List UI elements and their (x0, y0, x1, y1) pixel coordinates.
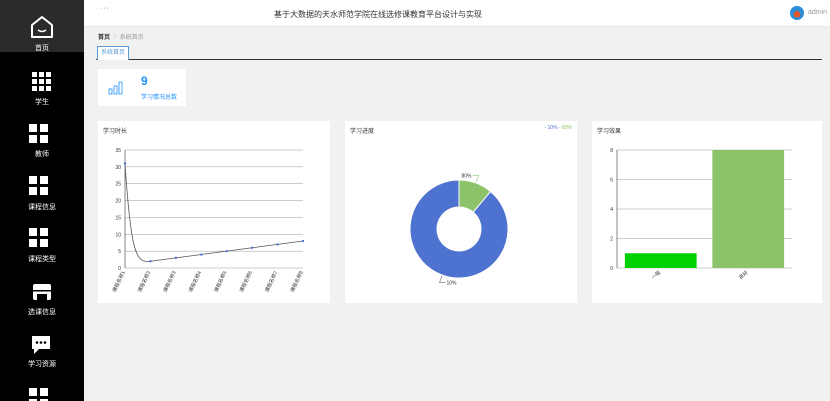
line-chart: 05101520253035课程名称1 课程名称2 课程名称3 课程名称4 课程名称5 课… (111, 148, 305, 294)
sidebar-item-course-info[interactable]: 课程信息 (0, 170, 84, 222)
y-tick-label: 20 (115, 199, 121, 205)
study-progress-panel: 学习进度 - 10% - 80% 10% 80% (345, 121, 577, 303)
study-duration-panel: 学习时长 0 5 10 15 20 25 30 35 课程名称1 课程名称2 课程名称3 课程名称4 课… (98, 121, 330, 303)
sidebar-item-label: 课程类型 (28, 256, 56, 263)
chat-icon (32, 336, 50, 354)
bar (712, 150, 785, 268)
study-effect-panel: 学习效果 0 2 4 6 8 一般 良好 (592, 121, 822, 303)
y-tick-label: 6 (610, 178, 613, 184)
data-point (276, 243, 279, 246)
tab-bar: 系统首页 (96, 46, 822, 60)
sidebar-item-resources[interactable]: 学习资源 (0, 326, 84, 378)
data-point (200, 253, 203, 256)
y-tick-label: 25 (115, 182, 121, 188)
breadcrumb-separator: / (114, 35, 116, 41)
y-tick-label: 8 (610, 148, 613, 154)
sidebar-item-teachers[interactable]: 教师 (0, 118, 84, 170)
sidebar-item-label: 教师 (35, 151, 49, 158)
breadcrumb-current: 系统首页 (119, 35, 144, 41)
label-leader (472, 175, 479, 183)
x-tick-label: 课程名称5 (213, 270, 229, 294)
bar-chart: 0 2 4 6 8 一般 良好 (610, 148, 792, 281)
stat-caption: 学习情况总数 (141, 95, 178, 101)
x-tick-label: 课程名称6 (238, 270, 254, 294)
data-point (149, 260, 152, 263)
home-icon (31, 16, 53, 38)
y-tick-label: 2 (610, 237, 613, 243)
data-point (123, 162, 127, 165)
slice-label: 10% (447, 281, 458, 287)
donut-chart: 10% 80% (409, 173, 509, 287)
sidebar-item-label: 学生 (35, 99, 49, 106)
x-tick-label: 一般 (650, 269, 662, 281)
grid-icon (29, 388, 49, 401)
data-point (301, 239, 305, 243)
x-tick-label: 良好 (737, 269, 749, 281)
sidebar-item-label: 课程信息 (28, 204, 56, 211)
sidebar-item-home[interactable]: 首页 (0, 0, 84, 52)
bar (624, 253, 697, 268)
avatar[interactable] (790, 6, 804, 20)
y-tick-label: 5 (118, 249, 121, 255)
stat-value: 9 (141, 74, 148, 88)
sidebar-item-label: 首页 (35, 45, 49, 52)
y-tick-label: 35 (115, 148, 121, 154)
stat-card: 9 学习情况总数 (98, 69, 186, 106)
grid-icon (29, 228, 49, 248)
y-tick-label: 30 (115, 165, 121, 171)
menu-toggle[interactable]: ··· (100, 5, 110, 12)
label-leader (439, 275, 446, 283)
grid-icon (29, 176, 49, 196)
x-tick-label: 课程名称7 (263, 270, 279, 294)
x-tick-label: 课程名称1 (111, 270, 127, 294)
y-tick-label: 4 (610, 207, 613, 213)
x-tick-label: 课程名称8 (289, 270, 305, 294)
grid-icon (29, 124, 49, 144)
sidebar: 首页 学生 教师 课程信息 课程类型 选课信息 学习资源 (0, 0, 84, 401)
y-tick-label: 10 (115, 232, 121, 238)
y-tick-label: 0 (610, 266, 613, 272)
store-icon (33, 284, 51, 300)
breadcrumb: 首页 / 系统首页 (98, 32, 144, 41)
x-tick-label: 课程名称2 (136, 270, 152, 294)
data-point (225, 249, 228, 253)
tab-system-home[interactable]: 系统首页 (97, 46, 130, 60)
y-tick-label: 15 (115, 215, 121, 221)
breadcrumb-home[interactable]: 首页 (98, 35, 110, 41)
user-name[interactable]: admin (808, 9, 827, 16)
top-bar: ··· 基于大数据的天水师范学院在线选修课教育平台设计与实现 admin (84, 0, 830, 27)
series-line (124, 163, 304, 262)
data-point (174, 256, 178, 260)
x-tick-label: 课程名称4 (187, 270, 203, 294)
app-title: 基于大数据的天水师范学院在线选修课教育平台设计与实现 (274, 10, 482, 19)
sidebar-item-label: 选课信息 (28, 309, 56, 316)
data-point (250, 246, 254, 249)
sidebar-item-enrollment[interactable]: 选课信息 (0, 274, 84, 326)
slice-label: 80% (461, 173, 472, 179)
sidebar-item-students[interactable]: 学生 (0, 66, 84, 118)
x-tick-label: 课程名称3 (162, 270, 178, 294)
grid-icon (32, 72, 52, 92)
bar-chart-icon (108, 81, 123, 95)
sidebar-item-course-type[interactable]: 课程类型 (0, 222, 84, 274)
sidebar-item-label: 学习资源 (28, 361, 56, 368)
sidebar-item-more[interactable] (0, 382, 84, 401)
